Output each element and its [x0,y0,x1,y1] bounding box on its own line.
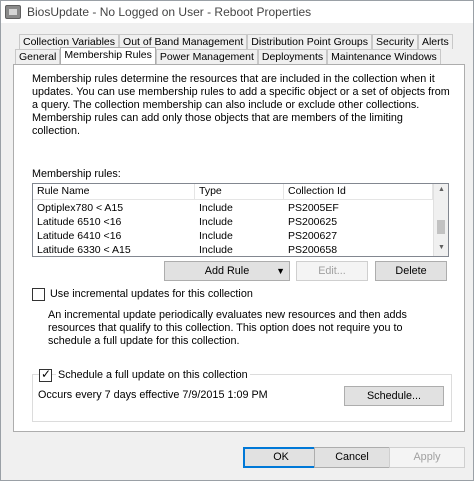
add-rule-button[interactable]: Add Rule ▼ [164,261,290,281]
table-row[interactable]: Latitude 6410 <16 Include PS200627 [33,229,433,243]
scroll-thumb[interactable] [437,220,445,234]
list-header: Rule Name Type Collection Id [33,184,433,200]
window-title: BiosUpdate - No Logged on User - Reboot … [27,5,312,19]
column-rule-name[interactable]: Rule Name [33,184,195,200]
add-rule-label: Add Rule [204,265,250,277]
rule-name-cell: Latitude 6330 < A15 [37,244,131,256]
tab-maintenance-windows[interactable]: Maintenance Windows [327,49,441,64]
rule-type-cell: Include [199,202,233,214]
incremental-updates-checkbox[interactable] [32,288,45,301]
membership-rules-list[interactable]: Rule Name Type Collection Id Optiplex780… [32,183,449,257]
membership-rules-panel: Membership rules determine the resources… [13,64,465,432]
tab-row-2: General Membership Rules Power Managemen… [15,47,465,64]
ok-button[interactable]: OK [243,447,319,468]
cancel-button[interactable]: Cancel [314,447,390,468]
scroll-down-icon[interactable]: ▼ [434,242,448,254]
schedule-full-update-label[interactable]: Schedule a full update on this collectio… [56,369,250,381]
tab-strip: Collection Variables Out of Band Managem… [15,34,465,64]
tab-alerts[interactable]: Alerts [417,34,453,49]
rule-type-cell: Include [199,244,233,256]
table-row[interactable]: Latitude 6330 < A15 Include PS200658 [33,243,433,256]
column-type[interactable]: Type [195,184,284,200]
tab-distribution-point-groups[interactable]: Distribution Point Groups [247,34,373,49]
table-row[interactable]: Latitude 6510 <16 Include PS200625 [33,215,433,229]
properties-dialog: BiosUpdate - No Logged on User - Reboot … [0,0,474,481]
collection-id-cell: PS200625 [288,216,338,228]
window-icon [5,5,21,19]
schedule-button[interactable]: Schedule... [344,386,444,406]
schedule-full-update-checkbox[interactable]: ✓ [39,367,52,382]
rule-name-cell: Latitude 6410 <16 [37,230,122,242]
rule-name-cell: Optiplex780 < A15 [37,202,124,214]
incremental-updates-label[interactable]: Use incremental updates for this collect… [50,288,253,300]
triangle-down-icon[interactable]: ▼ [276,262,285,280]
tab-security[interactable]: Security [372,34,418,49]
list-scrollbar[interactable]: ▲ ▼ [433,184,448,256]
apply-button[interactable]: Apply [389,447,465,468]
incremental-description: An incremental update periodically evalu… [48,309,407,347]
membership-description: Membership rules determine the resources… [32,73,450,137]
scroll-up-icon[interactable]: ▲ [434,184,448,196]
rule-type-cell: Include [199,230,233,242]
tab-deployments[interactable]: Deployments [257,49,328,64]
title-bar: BiosUpdate - No Logged on User - Reboot … [1,1,473,23]
delete-button[interactable]: Delete [375,261,447,281]
checkmark-icon: ✓ [41,367,52,381]
tab-membership-rules[interactable]: Membership Rules [60,47,156,64]
tab-general[interactable]: General [15,49,61,64]
edit-button[interactable]: Edit... [296,261,368,281]
rule-type-cell: Include [199,216,233,228]
schedule-summary: Occurs every 7 days effective 7/9/2015 1… [38,389,268,401]
membership-rules-label: Membership rules: [32,168,121,180]
rule-name-cell: Latitude 6510 <16 [37,216,122,228]
column-collection-id[interactable]: Collection Id [284,184,433,200]
collection-id-cell: PS200627 [288,230,338,242]
table-row[interactable]: Optiplex780 < A15 Include PS2005EF [33,201,433,215]
tab-power-management[interactable]: Power Management [155,49,258,64]
collection-id-cell: PS2005EF [288,202,339,214]
collection-id-cell: PS200658 [288,244,338,256]
